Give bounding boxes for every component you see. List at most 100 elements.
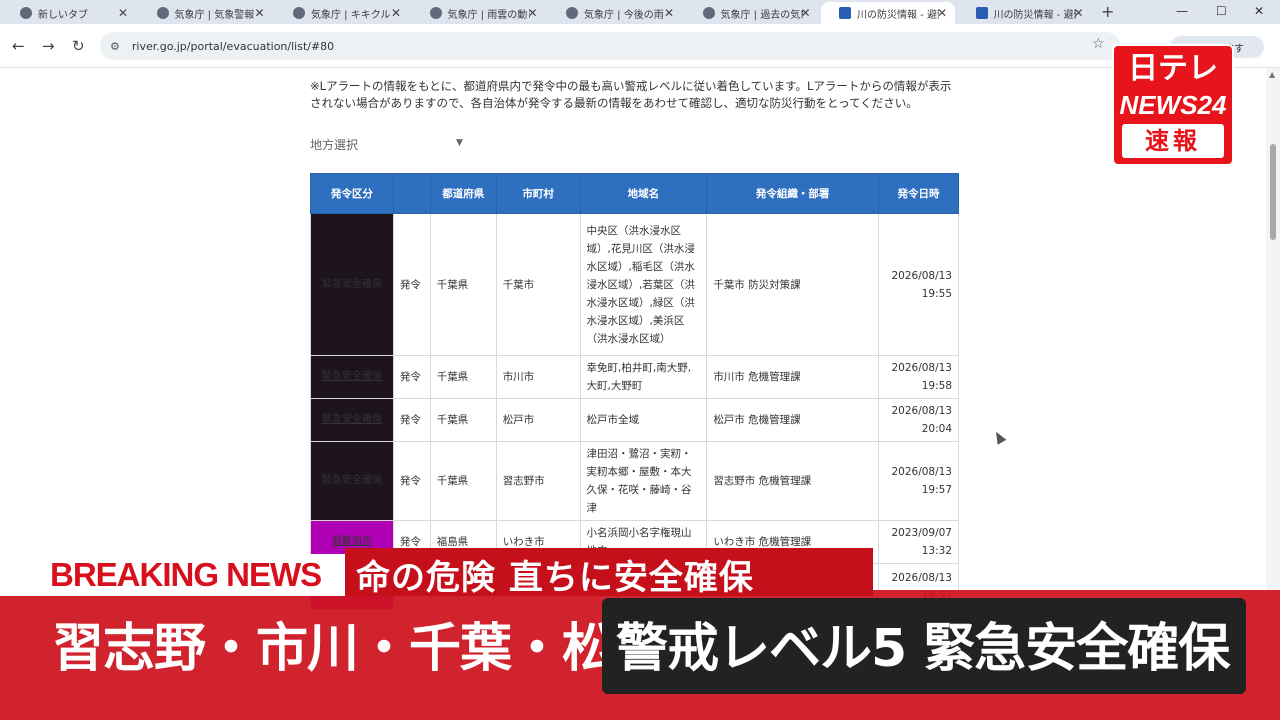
prefecture-cell-text: 千葉県 [436,371,469,383]
tab-close-icon[interactable]: ✕ [937,6,947,20]
browser-tab-strip: 新しいタブ ✕ 気象庁 | 気象警報 ✕ 気象庁 | キキクル ✕ 気象庁 | 雨雲の動き ✕… [0,0,1280,24]
status-cell-text: 発令 [399,371,421,383]
organization-cell: 市川市 危機管理課 [706,355,879,399]
city-cell-text: 市川市 [502,371,535,383]
header-level: 発令区分 [310,173,394,214]
level-cell[interactable]: 緊急安全確保 [310,398,394,442]
area-cell: 松戸市全域 [579,398,708,442]
tab-label: 川の防災情報 - 避難 [993,9,1076,21]
area-cell-text: 中央区（洪水浸水区域）,花見川区（洪水浸水区域）,稲毛区（洪水浸水区域）,若葉区… [586,224,695,345]
datetime-cell: 2026/08/13 20:04 [877,398,960,442]
prefecture-cell-text: 福島県 [436,536,469,548]
header-datetime: 発令日時 [877,173,960,214]
status-cell-text: 発令 [399,475,421,487]
area-cell: 津田沼・鷺沼・実籾・実籾本郷・屋敷・本大久保・花咲・藤崎・谷津 [579,441,708,521]
status-cell: 発令 [392,441,431,521]
headline-level: 警戒レベル5 緊急安全確保 [616,619,1230,679]
datetime-cell: 2026/08/13 19:57 [877,441,960,521]
city-cell: 市川市 [495,355,581,399]
site-info-icon[interactable]: ⚙ [110,40,120,53]
date-text: 2026/08/13 [891,362,952,374]
browser-tab[interactable]: 気象庁 | 気象警報 ✕ [139,2,273,24]
scroll-up-icon[interactable]: ▲ [1269,70,1275,79]
url-text: river.go.jp/portal/evacuation/list/#80 [131,39,335,53]
area-cell-text: 津田沼・鷺沼・実籾・実籾本郷・屋敷・本大久保・花咲・藤崎・谷津 [586,448,692,514]
prefecture-cell: 千葉県 [429,398,497,442]
prefecture-cell: 千葉県 [429,213,497,356]
region-select-label: 地方選択 [310,138,359,152]
level-cell[interactable]: 緊急安全確保 [310,355,394,399]
tab-label: 気象庁 | 過去の気象 [720,9,803,21]
tab-close-icon[interactable]: ✕ [800,6,810,20]
tab-label: 気象庁 | キキクル [311,9,391,21]
organization-cell: 習志野市 危機管理課 [706,441,879,521]
time-text: 20:04 [921,423,952,435]
logo-line-2: NEWS24 [1119,90,1227,120]
new-tab-button[interactable]: + [1101,2,1114,21]
header-city: 市町村 [495,173,581,214]
level-cell-text: 緊急安全確保 [321,278,382,290]
city-cell: 千葉市 [495,213,581,356]
status-cell-text: 発令 [399,414,421,426]
mouse-cursor-icon [991,429,1007,445]
organization-cell-text: 松戸市 危機管理課 [713,414,801,426]
prefecture-cell-text: 千葉県 [436,475,469,487]
level-cell-text[interactable]: 緊急安全確保 [322,371,382,382]
prefecture-cell: 千葉県 [429,441,497,521]
tab-close-icon[interactable]: ✕ [391,6,401,20]
level-cell-text[interactable]: 避難指示 [332,536,372,547]
city-cell-text: 習志野市 [502,475,545,487]
date-text: 2026/08/13 [891,571,952,584]
subhead-text: 命の危険 直ちに安全確保 [356,558,754,598]
table-row: 緊急安全確保 発令 千葉県 千葉市 中央区（洪水浸水区域）,花見川区（洪水浸水区域）,稲… [310,213,960,356]
area-cell-text: 松戸市全域 [586,414,640,426]
tab-close-icon[interactable]: ✕ [118,6,128,20]
forward-button[interactable]: → [42,37,55,55]
header-status [392,173,431,214]
browser-tab[interactable]: 川の防災情報 - 避難 ✕ [821,2,955,24]
river-icon [839,7,851,19]
status-cell: 発令 [392,355,431,399]
scrollbar-thumb[interactable] [1270,144,1276,240]
browser-tab[interactable]: 川の防災情報 - 避難 ✕ [958,2,1092,24]
tab-close-icon[interactable]: ✕ [664,6,674,20]
bookmark-star-icon[interactable]: ☆ [1092,36,1105,52]
organization-cell-text: 習志野市 危機管理課 [713,475,812,487]
tab-close-icon[interactable]: ✕ [254,6,264,20]
header-prefecture: 都道府県 [429,173,497,214]
minimize-button[interactable]: — [1176,4,1188,18]
area-cell: 中央区（洪水浸水区域）,花見川区（洪水浸水区域）,稲毛区（洪水浸水区域）,若葉区… [579,213,708,356]
notice-text: ※Lアラートの情報をもとに、都道府県内で発令中の最も高い警戒レベルに従い着色して… [310,79,952,110]
back-button[interactable]: ← [12,37,25,55]
browser-tab[interactable]: 気象庁 | キキクル ✕ [275,2,409,24]
address-bar[interactable]: ⚙ river.go.jp/portal/evacuation/list/#80 [100,32,1120,60]
breaking-news-label: BREAKING NEWS [50,556,322,593]
jma-icon [293,7,305,19]
browser-tab[interactable]: 気象庁 | 今後の雨 ✕ [548,2,682,24]
datetime-cell: 2026/08/13 19:55 [877,213,960,356]
prefecture-cell-text: 千葉県 [436,278,469,291]
organization-cell-text: 市川市 危機管理課 [713,371,801,383]
browser-tab[interactable]: 気象庁 | 雨雲の動き ✕ [412,2,546,24]
city-cell-text: いわき市 [502,536,545,548]
date-text: 2026/08/13 [891,405,952,417]
logo-line-1: 日テレ [1128,52,1218,85]
organization-cell-text: いわき市 危機管理課 [713,536,812,548]
tab-close-icon[interactable]: ✕ [1073,6,1083,20]
table-row: 緊急安全確保 発令 千葉県 松戸市 松戸市全域 松戸市 危機管理課 2026/08/13 20… [310,398,960,442]
browser-tab[interactable]: 新しいタブ ✕ [2,2,136,24]
tab-label: 新しいタブ [38,9,88,21]
time-text: 19:55 [921,287,952,300]
tab-close-icon[interactable]: ✕ [527,6,537,20]
reload-button[interactable]: ↻ [72,37,85,55]
jma-icon [156,7,169,19]
maximize-button[interactable]: ☐ [1216,4,1227,18]
header-organization: 発令組織・部署 [706,173,879,214]
browser-tab[interactable]: 気象庁 | 過去の気象 ✕ [685,2,819,24]
prefecture-cell: 千葉県 [429,355,497,399]
close-window-button[interactable]: ✕ [1254,4,1264,18]
region-select[interactable]: 地方選択 ▼ [310,136,470,153]
date-text: 2026/08/13 [891,269,952,282]
area-cell-text: 幸免町,柏井町,南大野,大町,大野町 [586,362,692,392]
level-cell-text[interactable]: 緊急安全確保 [322,414,382,425]
